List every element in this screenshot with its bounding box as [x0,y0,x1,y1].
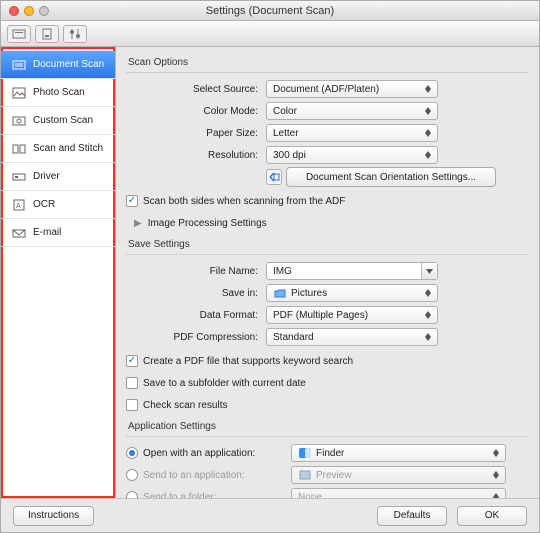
folder-icon [273,287,287,299]
data-format-label: Data Format: [126,310,266,321]
send-to-app-dropdown[interactable]: Preview [291,466,506,484]
custom-scan-icon [11,114,27,128]
resolution-dropdown[interactable]: 300 dpi [266,146,438,164]
color-mode-dropdown[interactable]: Color [266,102,438,120]
ocr-icon: A [11,198,27,212]
resolution-label: Resolution: [126,150,266,161]
scan-both-sides-checkbox[interactable] [126,195,138,207]
send-to-app-radio[interactable] [126,469,138,481]
color-mode-label: Color Mode: [126,106,266,117]
open-with-label: Open with an application: [143,448,255,459]
open-with-radio[interactable] [126,447,138,459]
sidebar-item-photo-scan[interactable]: Photo Scan [1,79,115,107]
window-title: Settings (Document Scan) [1,5,539,17]
save-in-label: Save in: [126,288,266,299]
sidebar-item-label: Scan and Stitch [33,143,103,154]
sidebar-item-label: Document Scan [33,59,104,70]
sidebar-item-ocr[interactable]: A OCR [1,191,115,219]
send-to-app-label: Send to an application: [143,470,245,481]
pdf-compression-label: PDF Compression: [126,332,266,343]
finder-icon [298,447,312,459]
data-format-dropdown[interactable]: PDF (Multiple Pages) [266,306,438,324]
send-to-folder-dropdown[interactable]: None [291,488,506,498]
scan-both-sides-label: Scan both sides when scanning from the A… [143,196,345,207]
svg-text:A: A [16,203,21,210]
sidebar-item-label: E-mail [33,227,61,238]
sidebar-item-email[interactable]: E-mail [1,219,115,247]
sidebar-item-scan-and-stitch[interactable]: Scan and Stitch [1,135,115,163]
tab-scan-from-panel-icon[interactable] [35,25,59,43]
toolbar [1,21,539,47]
email-icon [11,226,27,240]
defaults-button[interactable]: Defaults [377,506,447,526]
image-processing-disclosure[interactable]: ▶ Image Processing Settings [134,218,267,229]
driver-icon [11,170,27,184]
save-subfolder-checkbox[interactable] [126,377,138,389]
open-with-dropdown[interactable]: Finder [291,444,506,462]
orientation-icon[interactable] [266,169,282,185]
file-name-label: File Name: [126,266,266,277]
sidebar-item-document-scan[interactable]: Document Scan [1,51,115,79]
save-in-dropdown[interactable]: Pictures [266,284,438,302]
file-name-combo[interactable]: IMG [266,262,438,280]
ok-button[interactable]: OK [457,506,527,526]
paper-size-label: Paper Size: [126,128,266,139]
sidebar-item-label: OCR [33,199,55,210]
photo-scan-icon [11,86,27,100]
save-settings-heading: Save Settings [128,239,529,250]
select-source-label: Select Source: [126,84,266,95]
chevron-down-icon [421,263,437,279]
instructions-button[interactable]: Instructions [13,506,94,526]
updown-icon [421,82,435,96]
sidebar: Document Scan Photo Scan Custom Scan Sca… [1,47,116,498]
send-to-folder-radio[interactable] [126,491,138,498]
sidebar-item-driver[interactable]: Driver [1,163,115,191]
title-bar: Settings (Document Scan) [1,1,539,21]
preview-icon [298,469,312,481]
orientation-settings-button[interactable]: Document Scan Orientation Settings... [286,167,496,187]
pdf-keyword-label: Create a PDF file that supports keyword … [143,356,353,367]
sidebar-item-custom-scan[interactable]: Custom Scan [1,107,115,135]
stitch-icon [11,142,27,156]
paper-size-dropdown[interactable]: Letter [266,124,438,142]
document-scan-icon [11,58,27,72]
triangle-right-icon: ▶ [134,218,142,229]
check-results-checkbox[interactable] [126,399,138,411]
tab-general-settings-icon[interactable] [63,25,87,43]
pdf-compression-dropdown[interactable]: Standard [266,328,438,346]
scan-options-heading: Scan Options [128,57,529,68]
check-results-label: Check scan results [143,400,227,411]
content-pane: Scan Options Select Source: Document (AD… [116,47,539,498]
save-subfolder-label: Save to a subfolder with current date [143,378,306,389]
sidebar-item-label: Driver [33,171,60,182]
sidebar-item-label: Custom Scan [33,115,93,126]
select-source-dropdown[interactable]: Document (ADF/Platen) [266,80,438,98]
tab-scan-from-computer-icon[interactable] [7,25,31,43]
application-settings-heading: Application Settings [128,421,529,432]
sidebar-item-label: Photo Scan [33,87,85,98]
pdf-keyword-checkbox[interactable] [126,355,138,367]
footer: Instructions Defaults OK [1,498,539,532]
